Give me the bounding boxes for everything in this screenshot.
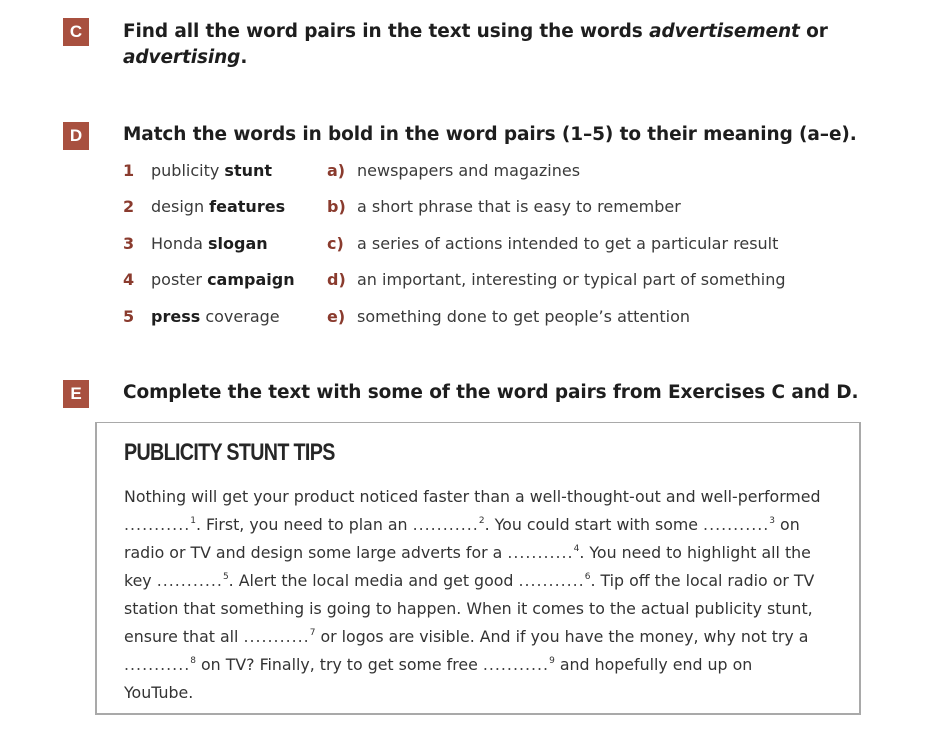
- instruction-emphasis: advertisement: [649, 21, 800, 42]
- instruction-emphasis: advertising: [123, 47, 241, 68]
- exercise-d-badge: D: [63, 122, 89, 150]
- gap-blank[interactable]: ...........: [124, 515, 190, 534]
- gap-blank[interactable]: ...........: [157, 571, 223, 590]
- match-row: 4 poster campaign d) an important, interest…: [123, 270, 786, 294]
- word-bold: campaign: [207, 270, 295, 289]
- box-title: PUBLICITY STUNT TIPS: [124, 439, 335, 466]
- word-pair: design features: [151, 197, 327, 221]
- exercise-c-instruction: Find all the word pairs in the text usin…: [123, 19, 843, 71]
- text-segment: Nothing will get your product noticed fa…: [124, 487, 821, 506]
- exercise-e-badge: E: [63, 380, 89, 408]
- text-segment: on TV? Finally, try to get some free: [195, 655, 483, 674]
- exercise-e-instruction: Complete the text with some of the word …: [123, 382, 859, 403]
- meaning-text: a short phrase that is easy to remember: [357, 197, 681, 216]
- word-bold: stunt: [224, 161, 273, 180]
- gap-blank[interactable]: ...........: [243, 627, 309, 646]
- instruction-text: or: [799, 21, 828, 42]
- gap-blank[interactable]: ...........: [703, 515, 769, 534]
- meaning-letter: e): [327, 307, 346, 326]
- gap-blank[interactable]: ...........: [518, 571, 584, 590]
- word-bold: features: [209, 197, 286, 216]
- word-pair: Honda slogan: [151, 234, 327, 258]
- text-segment: or logos are visible. And if you have th…: [315, 627, 809, 646]
- word-plain: poster: [151, 270, 208, 289]
- match-row: 1 publicity stunt a) newspapers and magazin…: [123, 161, 580, 185]
- exercise-d-instruction: Match the words in bold in the word pair…: [123, 124, 857, 145]
- pair-number: 1: [123, 161, 135, 180]
- word-plain: design: [151, 197, 210, 216]
- word-pair: publicity stunt: [151, 161, 327, 185]
- publicity-tips-box: PUBLICITY STUNT TIPS Nothing will get yo…: [95, 422, 861, 715]
- instruction-text: Find all the word pairs in the text usin…: [123, 21, 650, 42]
- word-pair: press coverage: [151, 307, 327, 331]
- text-segment: . You could start with some: [484, 515, 704, 534]
- meaning-letter: c): [327, 234, 344, 253]
- word-pair: poster campaign: [151, 270, 327, 294]
- gap-blank[interactable]: ...........: [413, 515, 479, 534]
- meaning-text: newspapers and magazines: [357, 161, 581, 180]
- match-row: 3 Honda slogan c) a series of actions inten…: [123, 234, 778, 258]
- text-segment: . Alert the local media and get good: [228, 571, 519, 590]
- word-plain: coverage: [200, 307, 280, 326]
- meaning-letter: b): [327, 197, 346, 216]
- meaning-letter: d): [327, 270, 346, 289]
- meaning-text: a series of actions intended to get a pa…: [357, 234, 779, 253]
- pair-number: 2: [123, 197, 135, 216]
- pair-number: 5: [123, 307, 135, 326]
- gap-blank[interactable]: ...........: [483, 655, 549, 674]
- text-segment: . First, you need to plan an: [195, 515, 413, 534]
- exercise-c-badge: C: [63, 18, 89, 46]
- word-bold: slogan: [208, 234, 268, 253]
- instruction-text: .: [240, 47, 248, 68]
- match-row: 5 press coverage e) something done to get p…: [123, 307, 690, 331]
- pair-number: 4: [123, 270, 135, 289]
- gap-blank[interactable]: ...........: [507, 543, 573, 562]
- gap-blank[interactable]: ...........: [124, 655, 190, 674]
- pair-number: 3: [123, 234, 135, 253]
- word-plain: Honda: [151, 234, 209, 253]
- meaning-letter: a): [327, 161, 346, 180]
- meaning-text: an important, interesting or typical par…: [357, 270, 786, 289]
- word-bold: press: [151, 307, 201, 326]
- gap-fill-text: Nothing will get your product noticed fa…: [124, 483, 824, 707]
- match-row: 2 design features b) a short phrase that is…: [123, 197, 681, 221]
- word-plain: publicity: [151, 161, 225, 180]
- meaning-text: something done to get people’s attention: [357, 307, 691, 326]
